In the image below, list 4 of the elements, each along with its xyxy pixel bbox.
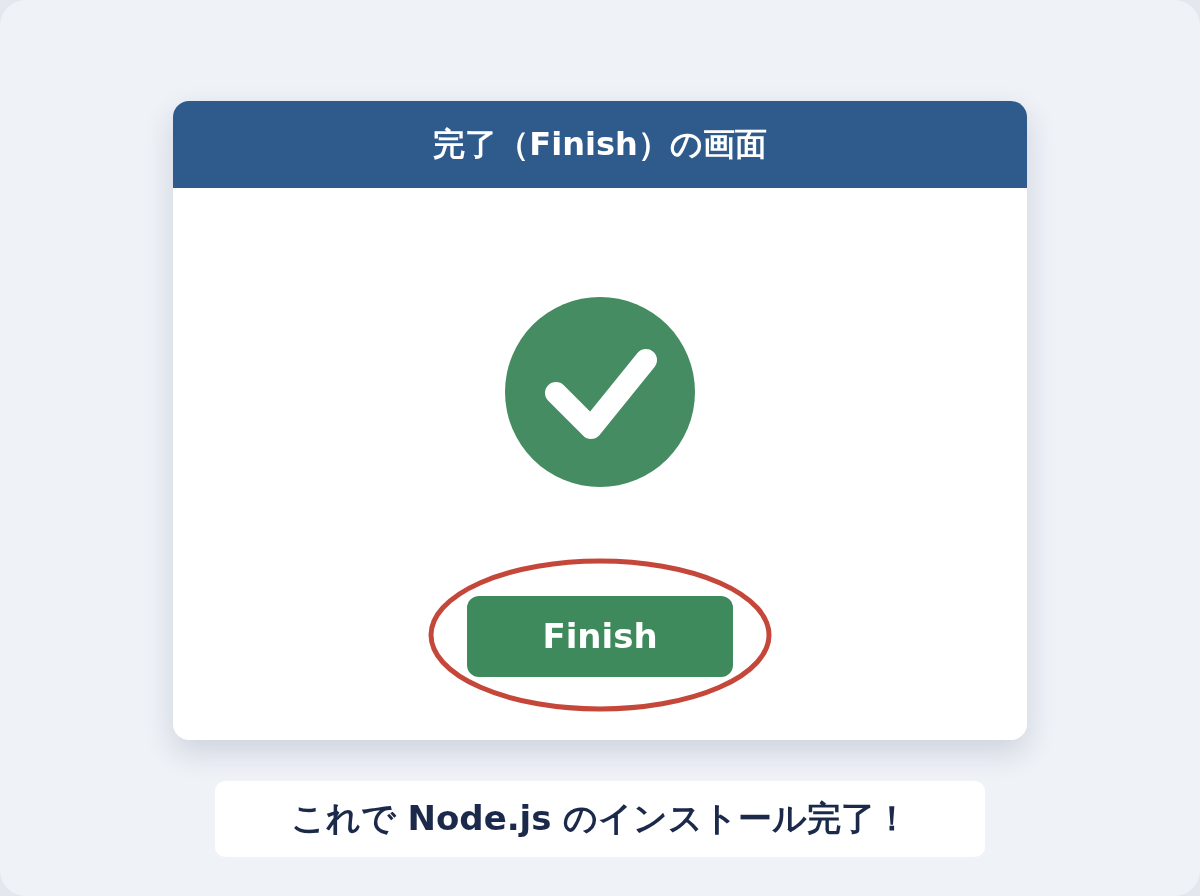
caption-text: これで Node.js のインストール完了！	[290, 797, 910, 840]
success-check-icon	[505, 297, 695, 487]
dialog-title: 完了（Finish）の画面	[433, 123, 767, 165]
finish-button[interactable]: Finish	[467, 595, 733, 677]
